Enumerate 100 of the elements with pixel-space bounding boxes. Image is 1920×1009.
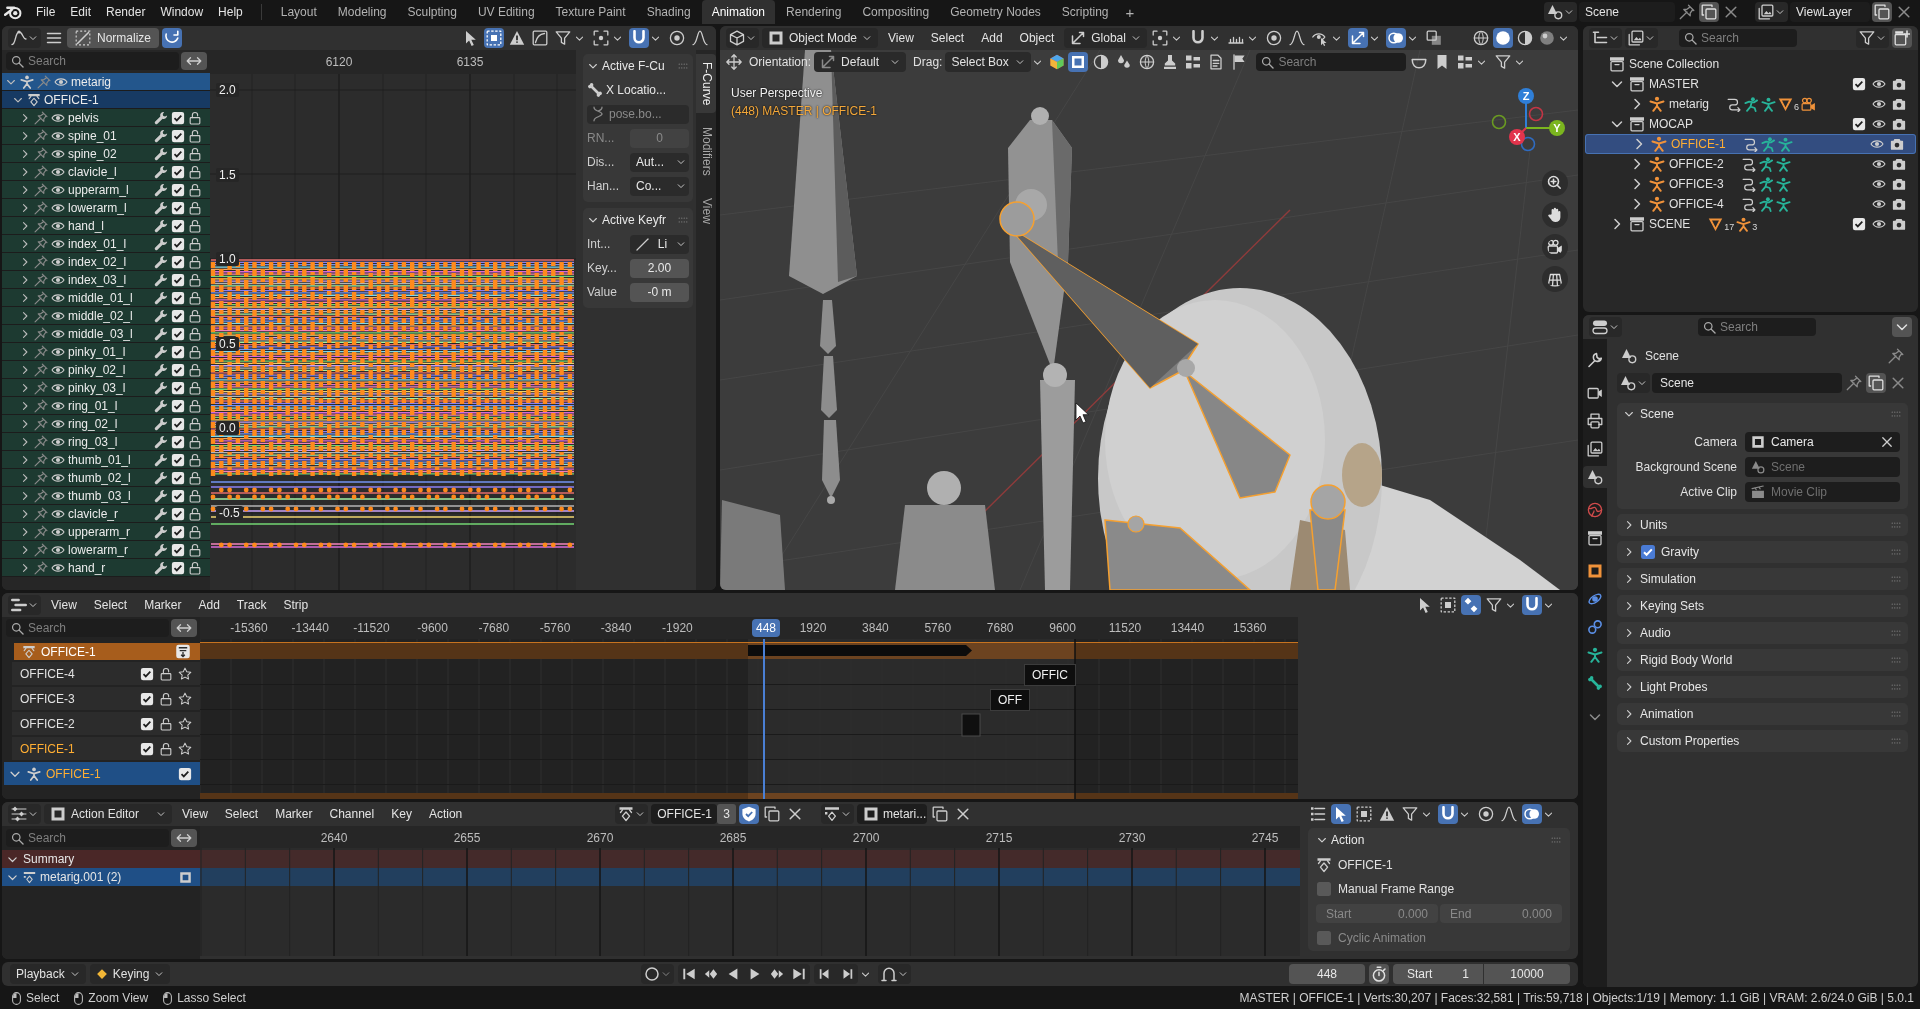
channel-row[interactable]: index_02_l <box>2 253 210 271</box>
eye-icon[interactable] <box>1872 217 1886 231</box>
running-figure-icon[interactable] <box>1758 156 1774 172</box>
editor-type-dropdown[interactable] <box>8 595 41 615</box>
search-input[interactable]: Search <box>1701 30 1792 46</box>
outliner-row[interactable]: OFFICE-4 <box>1583 194 1918 214</box>
menu-item[interactable]: Key <box>384 804 419 824</box>
channel-row[interactable]: clavicle_r <box>2 505 210 523</box>
menu-item[interactable]: Object <box>1012 28 1062 48</box>
overlapping-circles-icon[interactable] <box>1385 28 1406 48</box>
lock-open-icon[interactable] <box>188 128 202 143</box>
wrench-icon[interactable] <box>154 272 168 287</box>
channel-row[interactable]: lowerarm_r <box>2 541 210 559</box>
panel-header[interactable]: Animation <box>1617 703 1908 725</box>
workspace-tab[interactable]: Texture Paint <box>545 0 636 24</box>
wrench-icon[interactable] <box>154 254 168 269</box>
wrench-icon[interactable] <box>154 290 168 305</box>
triangle-icon[interactable] <box>1778 96 1793 112</box>
lock-open-icon[interactable] <box>159 691 173 706</box>
stick-figure-icon[interactable] <box>1777 136 1793 152</box>
menu-item[interactable]: Edit <box>63 2 99 22</box>
search-field[interactable]: Search <box>1256 53 1407 71</box>
workspace-tab[interactable]: Geometry Nodes <box>940 0 1051 24</box>
video-camera-icon[interactable] <box>1801 96 1817 112</box>
checkbox-checked-icon[interactable] <box>171 344 185 359</box>
drag-dropdown[interactable]: Select Box <box>945 52 1032 72</box>
wrench-icon[interactable] <box>154 128 168 143</box>
checkbox-checked-icon[interactable] <box>171 164 185 179</box>
curved-arrow-icon[interactable] <box>1727 96 1742 112</box>
lock-open-icon[interactable] <box>188 290 202 305</box>
channel-row[interactable]: middle_01_l <box>2 289 210 307</box>
lock-open-icon[interactable] <box>188 308 202 323</box>
number-field[interactable]: 2.00 <box>630 258 689 278</box>
scene-type-dropdown[interactable] <box>1544 2 1577 22</box>
record-dropdown[interactable] <box>640 964 674 984</box>
lock-open-icon[interactable] <box>188 218 202 233</box>
close-icon[interactable] <box>1880 435 1894 449</box>
box-select-icon[interactable] <box>484 28 504 48</box>
wrench-icon[interactable] <box>154 434 168 449</box>
chevron-down-icon[interactable] <box>1892 317 1912 337</box>
pin-icon[interactable] <box>34 560 48 575</box>
menu-item[interactable]: Add <box>974 28 1010 48</box>
channel-row[interactable]: spine_01 <box>2 127 210 145</box>
checkbox-checked-icon[interactable] <box>171 398 185 413</box>
camera-icon[interactable] <box>1892 97 1906 111</box>
pin-icon[interactable] <box>34 452 48 467</box>
start-frame-field[interactable]: Start 1 <box>1393 964 1483 984</box>
menu-item[interactable]: Add <box>191 595 227 615</box>
channel-row[interactable]: pinky_01_l <box>2 343 210 361</box>
pin-icon[interactable] <box>34 542 48 557</box>
channel-row[interactable]: metarig.001 (2) <box>2 868 200 886</box>
wrench-icon[interactable] <box>154 488 168 503</box>
circle-dot-icon[interactable] <box>1476 804 1496 824</box>
running-figure-icon[interactable] <box>1758 196 1774 212</box>
search-input[interactable]: Search <box>1278 54 1402 70</box>
wrench-icon[interactable] <box>154 380 168 395</box>
channel-row[interactable]: thumb_03_l <box>2 487 210 505</box>
checkbox-checked-icon[interactable] <box>171 488 185 503</box>
copy-icon[interactable] <box>1699 2 1719 22</box>
lock-open-icon[interactable] <box>188 380 202 395</box>
panel-header[interactable]: Light Probes <box>1617 676 1908 698</box>
channel-row[interactable]: index_03_l <box>2 271 210 289</box>
pin-icon[interactable] <box>1677 2 1697 22</box>
menu-item[interactable]: Marker <box>268 804 320 824</box>
channel-row[interactable]: metarig <box>2 73 210 91</box>
panel-header[interactable]: Action <box>1316 830 1562 850</box>
pin-icon[interactable] <box>34 236 48 251</box>
checkbox-checked-icon[interactable] <box>1852 77 1866 91</box>
menu-item[interactable]: View <box>44 595 84 615</box>
curved-arrow-icon[interactable] <box>1741 196 1757 212</box>
track-row[interactable]: OFFICE-1 <box>12 737 200 760</box>
move-icon[interactable] <box>726 54 742 70</box>
channel-row[interactable]: index_01_l <box>2 235 210 253</box>
wrench-icon[interactable] <box>154 362 168 377</box>
playback-dropdown[interactable]: Playback <box>10 964 86 984</box>
magnet-icon[interactable] <box>629 28 649 48</box>
lock-open-icon[interactable] <box>188 272 202 287</box>
pin-icon[interactable] <box>34 416 48 431</box>
channel-row[interactable]: pinky_02_l <box>2 361 210 379</box>
outliner-row[interactable]: metarig 6 <box>1583 94 1918 114</box>
checkbox-checked-icon[interactable] <box>171 452 185 467</box>
pin-icon[interactable] <box>34 380 48 395</box>
outliner-row[interactable]: MASTER <box>1583 74 1918 94</box>
display-mode-dropdown[interactable] <box>1589 28 1622 48</box>
outliner-row[interactable]: OFFICE-2 <box>1583 154 1918 174</box>
wrench-icon[interactable] <box>154 308 168 323</box>
mode-dropdown[interactable]: Action Editor <box>44 804 172 824</box>
workspace-tab[interactable]: Rendering <box>776 0 852 24</box>
menu-item[interactable]: Track <box>229 595 274 615</box>
channel-row[interactable]: Summary <box>2 850 200 868</box>
lock-open-icon[interactable] <box>159 716 173 731</box>
checkbox-checked-icon[interactable] <box>171 416 185 431</box>
checkbox-checked-icon[interactable] <box>171 542 185 557</box>
filter-icon[interactable] <box>553 28 573 48</box>
wrench-icon[interactable] <box>154 398 168 413</box>
workspace-tab[interactable]: Shading <box>636 0 701 24</box>
scene-name-field[interactable]: Scene <box>1579 2 1675 22</box>
checkbox-checked-icon[interactable] <box>171 434 185 449</box>
checkbox-checked-icon[interactable] <box>140 691 154 706</box>
slot-browse-dropdown[interactable] <box>820 804 854 824</box>
